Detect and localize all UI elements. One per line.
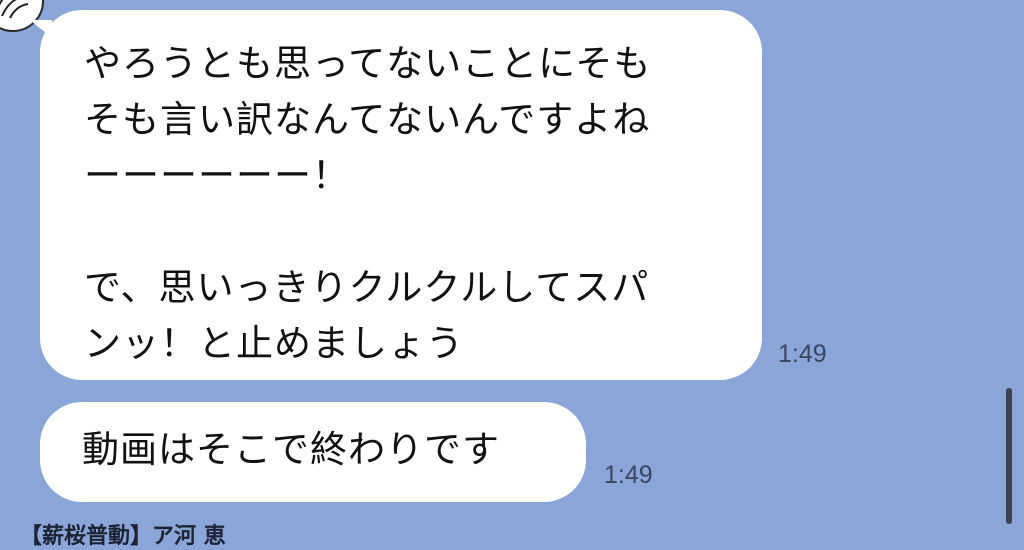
message-bubble[interactable]: 動画はそこで終わりです bbox=[40, 402, 586, 502]
scrollbar[interactable] bbox=[1006, 388, 1012, 524]
sketch-icon bbox=[0, 0, 29, 19]
message-text-line: やろうとも思ってないことにそも bbox=[84, 42, 652, 85]
next-sender-name: 【薪桜普動】ア河 恵 bbox=[20, 524, 226, 549]
message-timestamp: 1:49 bbox=[604, 461, 653, 489]
message-text-line: そも言い訳なんてないんですよね bbox=[84, 98, 651, 141]
message-bubble[interactable]: やろうとも思ってないことにそも そも言い訳なんてないんですよね ーーーーーー！ … bbox=[30, 10, 762, 380]
bubble-tail bbox=[30, 20, 52, 38]
message-text-line: ンッ！と止めましょう bbox=[84, 322, 464, 365]
message-timestamp: 1:49 bbox=[778, 340, 827, 368]
message-text-line: ーーーーーー！ bbox=[84, 154, 350, 197]
message-text-line bbox=[84, 204, 722, 260]
message-text-line: で、思いっきりクルクルしてスパ bbox=[84, 266, 650, 309]
chat-area[interactable]: やろうとも思ってないことにそも そも言い訳なんてないんですよね ーーーーーー！ … bbox=[0, 0, 1024, 549]
message-text-line: 動画はそこで終わりです bbox=[82, 428, 500, 471]
